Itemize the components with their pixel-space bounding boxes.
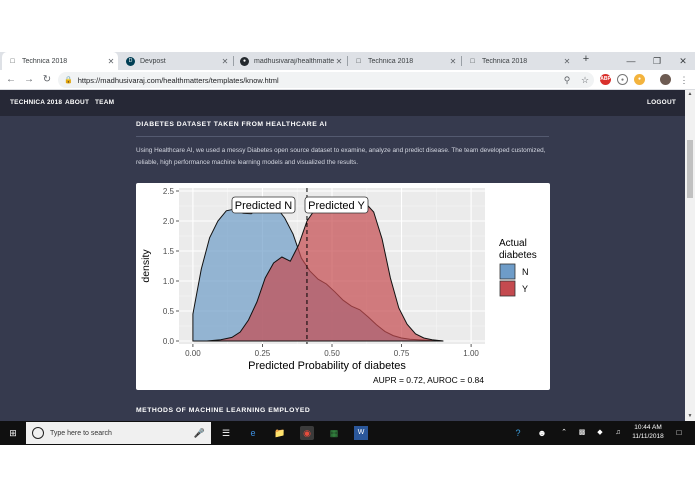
word-icon[interactable]: W: [354, 426, 368, 440]
new-tab-icon[interactable]: +: [580, 53, 592, 69]
close-tab-icon[interactable]: ✕: [448, 57, 458, 66]
legend: Actual diabetes N Y: [499, 238, 537, 297]
tab-devpost[interactable]: D Devpost ✕: [120, 52, 232, 70]
zoom-icon[interactable]: ⚲: [560, 72, 574, 88]
x-tick-label: 0.00: [185, 349, 201, 358]
y-tick-label: 1.5: [163, 247, 175, 256]
dropbox-icon[interactable]: ◆: [593, 426, 607, 440]
forward-icon[interactable]: →: [22, 72, 36, 88]
y-tick-label: 0.0: [163, 337, 175, 346]
metrics-caption: AUPR = 0.72, AUROC = 0.84: [373, 375, 484, 385]
annotation-predicted-y-text: Predicted Y: [308, 200, 365, 212]
back-icon[interactable]: ←: [4, 72, 18, 88]
y-axis-label: density: [140, 249, 152, 283]
legend-swatch-n: [499, 263, 516, 280]
chrome-icon[interactable]: ◉: [300, 426, 314, 440]
y-tick-label: 2.0: [163, 217, 175, 226]
annotation-predicted-y: Predicted Y: [304, 196, 369, 214]
file-explorer-icon[interactable]: 📁: [273, 426, 287, 440]
legend-title-line1: Actual: [499, 238, 527, 249]
bottom-margin: [0, 445, 695, 494]
brand-link[interactable]: TECHNICA 2018: [10, 99, 62, 106]
page-icon: □: [470, 57, 475, 65]
people-icon[interactable]: ☻: [535, 426, 549, 440]
legend-label-n: N: [522, 267, 529, 277]
page-icon: □: [356, 57, 361, 65]
notifications-icon[interactable]: □: [672, 426, 686, 440]
tab-github[interactable]: ● madhusivaraj/healthmatters ✕: [234, 52, 346, 70]
spreadsheet-icon[interactable]: ▦: [327, 426, 341, 440]
x-tick-label: 0.25: [255, 349, 271, 358]
y-tick-label: 0.5: [163, 307, 175, 316]
tab-technica-2[interactable]: □ Technica 2018 ✕: [348, 52, 460, 70]
scroll-down-icon[interactable]: ▼: [685, 413, 695, 419]
search-placeholder: Type here to search: [50, 429, 112, 437]
menu-icon[interactable]: ⋮: [677, 72, 691, 88]
top-margin: [0, 0, 695, 52]
x-axis-label: Predicted Probability of diabetes: [248, 360, 406, 372]
scrollbar[interactable]: ▲ ▼: [685, 90, 695, 421]
chart-card: 0.00 0.25 0.50 0.75 1.00 0.0 0.5 1.0 1.5 2.0 2.5 P…: [136, 183, 550, 390]
legend-label-y: Y: [522, 284, 528, 294]
section-title-methods: METHODS OF MACHINE LEARNING EMPLOYED: [136, 407, 311, 414]
scroll-up-icon[interactable]: ▲: [685, 91, 695, 97]
nav-team[interactable]: TEAM: [95, 99, 114, 106]
url-text: https://madhusivaraj.com/healthmatters/t…: [77, 75, 279, 85]
x-tick-label: 0.50: [324, 349, 340, 358]
y-tick-label: 1.0: [163, 277, 175, 286]
chevron-up-icon[interactable]: ⌃: [557, 426, 571, 440]
legend-title-line2: diabetes: [499, 250, 537, 261]
url-field[interactable]: 🔒 https://madhusivaraj.com/healthmatters…: [58, 72, 594, 88]
volume-icon[interactable]: ♫: [611, 426, 625, 440]
annotation-predicted-n-text: Predicted N: [235, 200, 293, 212]
clock-time: 10:44 AM: [634, 424, 662, 431]
close-tab-icon[interactable]: ✕: [220, 57, 230, 66]
section-title: DIABETES DATASET TAKEN FROM HEALTHCARE A…: [136, 121, 328, 128]
clock-date: 11/11/2018: [632, 433, 664, 440]
minimize-icon[interactable]: —: [617, 52, 645, 70]
close-tab-icon[interactable]: ✕: [562, 57, 572, 66]
logout-link[interactable]: LOGOUT: [647, 99, 676, 106]
lock-icon: 🔒: [64, 77, 73, 84]
window-close-icon[interactable]: ✕: [669, 52, 695, 70]
restore-icon[interactable]: ❐: [643, 52, 671, 70]
density-chart: 0.00 0.25 0.50 0.75 1.00 0.0 0.5 1.0 1.5 2.0 2.5 P…: [140, 187, 537, 385]
annotation-predicted-n: Predicted N: [231, 196, 296, 214]
nav-about[interactable]: ABOUT: [65, 99, 89, 106]
y-tick-label: 2.5: [163, 187, 175, 196]
x-tick-label: 0.75: [394, 349, 410, 358]
tab-technica-1[interactable]: □ Technica 2018 ✕: [2, 52, 118, 70]
bookmark-star-icon[interactable]: ☆: [578, 72, 592, 88]
site-navbar: TECHNICA 2018 ABOUT TEAM LOGOUT: [0, 90, 685, 116]
extension-icon-2[interactable]: ●: [634, 74, 645, 85]
web-page: TECHNICA 2018 ABOUT TEAM LOGOUT DIABETES…: [0, 90, 685, 421]
edge-icon[interactable]: e: [246, 426, 260, 440]
section-description: Using Healthcare AI, we used a messy Dia…: [136, 147, 546, 166]
legend-swatch-y: [499, 280, 516, 297]
help-icon[interactable]: ?: [511, 426, 525, 440]
divider: [136, 136, 549, 137]
scrollbar-thumb[interactable]: [687, 140, 693, 198]
x-tick-label: 1.00: [463, 349, 479, 358]
search-icon: [32, 427, 44, 439]
page-icon: □: [10, 57, 15, 65]
taskbar-search[interactable]: Type here to search 🎤: [26, 422, 211, 444]
github-icon: ●: [240, 56, 249, 66]
microphone-icon[interactable]: 🎤: [194, 428, 205, 439]
windows-start-icon[interactable]: ⊞: [6, 426, 20, 440]
task-view-icon[interactable]: ☰: [219, 426, 233, 440]
network-icon[interactable]: ▩: [575, 426, 589, 440]
close-tab-icon[interactable]: ✕: [334, 57, 344, 66]
system-clock[interactable]: 10:44 AM 11/11/2018: [628, 423, 668, 441]
reload-icon[interactable]: ↻: [40, 72, 54, 88]
devpost-icon: D: [126, 56, 135, 66]
avatar[interactable]: [660, 74, 671, 85]
adblock-icon[interactable]: ABP: [600, 74, 611, 85]
tab-technica-3[interactable]: □ Technica 2018 ✕: [462, 52, 574, 70]
extension-icon[interactable]: ●: [617, 74, 628, 85]
close-tab-icon[interactable]: ✕: [106, 57, 116, 66]
